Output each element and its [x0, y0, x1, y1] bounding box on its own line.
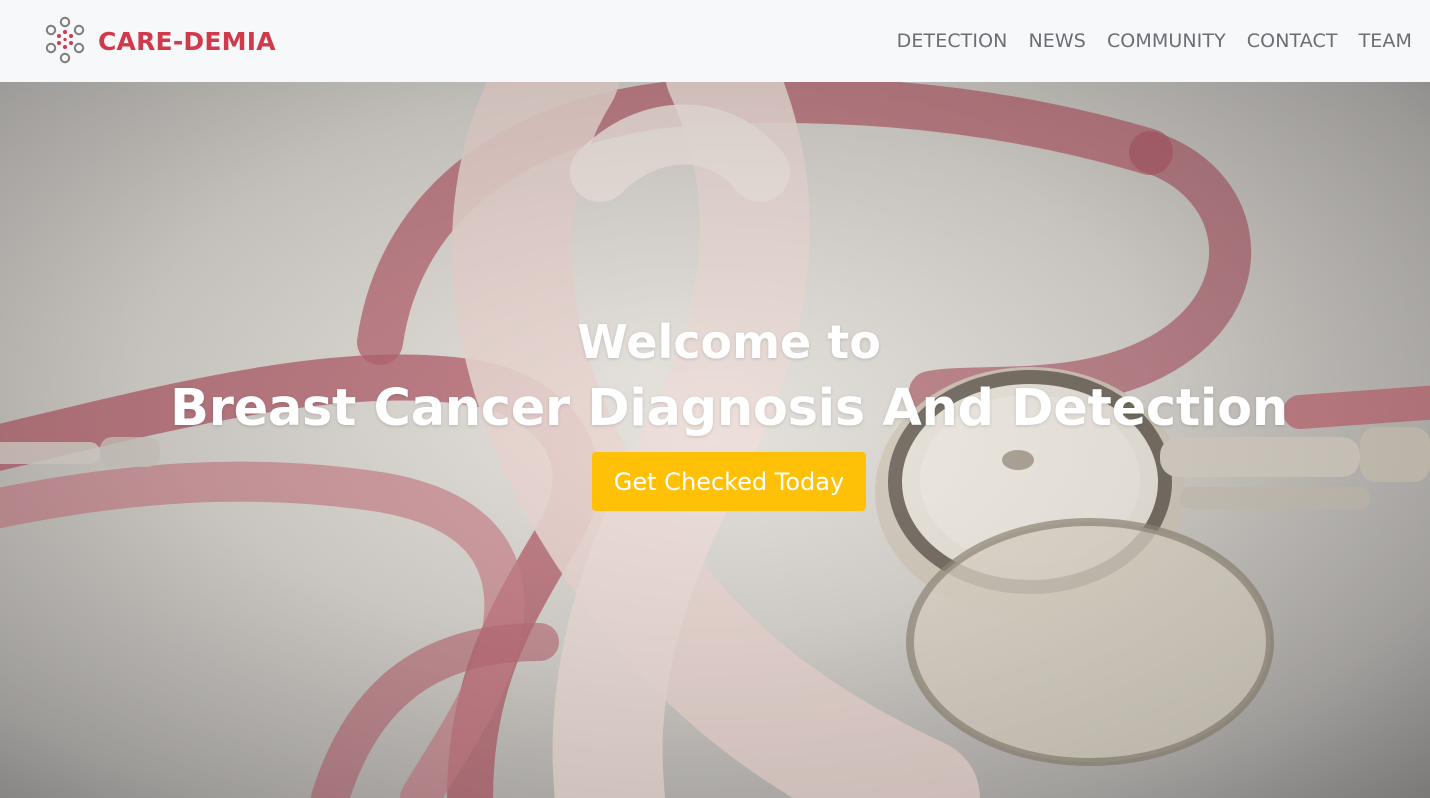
brand-home-link[interactable]: CARE-DEMIA [42, 16, 276, 66]
nav-link-community[interactable]: COMMUNITY [1107, 30, 1226, 52]
hero-title: Breast Cancer Diagnosis And Detection [170, 379, 1288, 438]
get-checked-button[interactable]: Get Checked Today [591, 452, 867, 511]
nav-link-team[interactable]: TEAM [1359, 30, 1412, 52]
brand-name: CARE-DEMIA [98, 26, 276, 56]
molecule-ring-icon [45, 16, 85, 64]
hero-content: Welcome to Breast Cancer Diagnosis And D… [0, 314, 1430, 511]
nav-link-contact[interactable]: CONTACT [1247, 30, 1338, 52]
hero-greeting: Welcome to [577, 315, 881, 369]
nav-link-detection[interactable]: DETECTION [897, 30, 1008, 52]
nav-menu: DETECTION NEWS COMMUNITY CONTACT TEAM [876, 0, 1412, 82]
nav-link-news[interactable]: NEWS [1028, 30, 1085, 52]
hero-banner: Welcome to Breast Cancer Diagnosis And D… [0, 82, 1430, 798]
top-navbar: CARE-DEMIA DETECTION NEWS COMMUNITY CONT… [0, 0, 1430, 82]
